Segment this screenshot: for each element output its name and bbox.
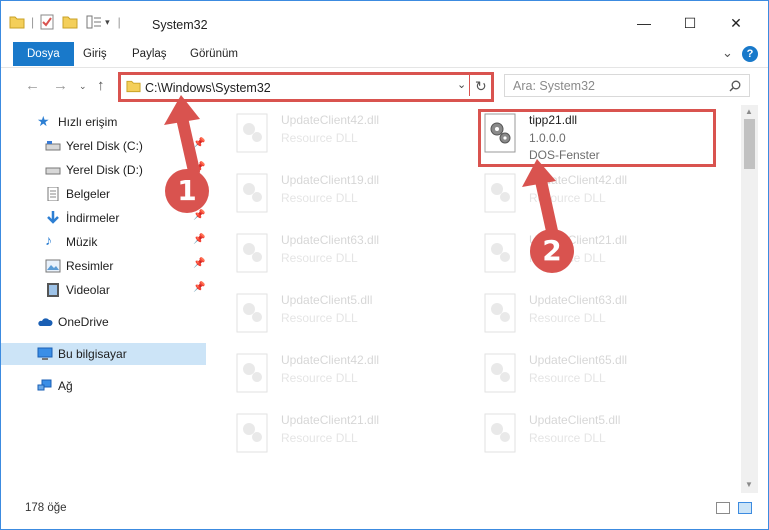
annotation-arrows [164, 95, 558, 237]
arrow-2 [522, 159, 558, 237]
step-badge-2: 2 [530, 229, 574, 273]
arrow-1 [164, 95, 200, 177]
explorer-window: | ▾ | System32 — ☐ ✕ Dosya Giriş Paylaş … [0, 0, 769, 530]
step-badge-1: 1 [165, 169, 209, 213]
